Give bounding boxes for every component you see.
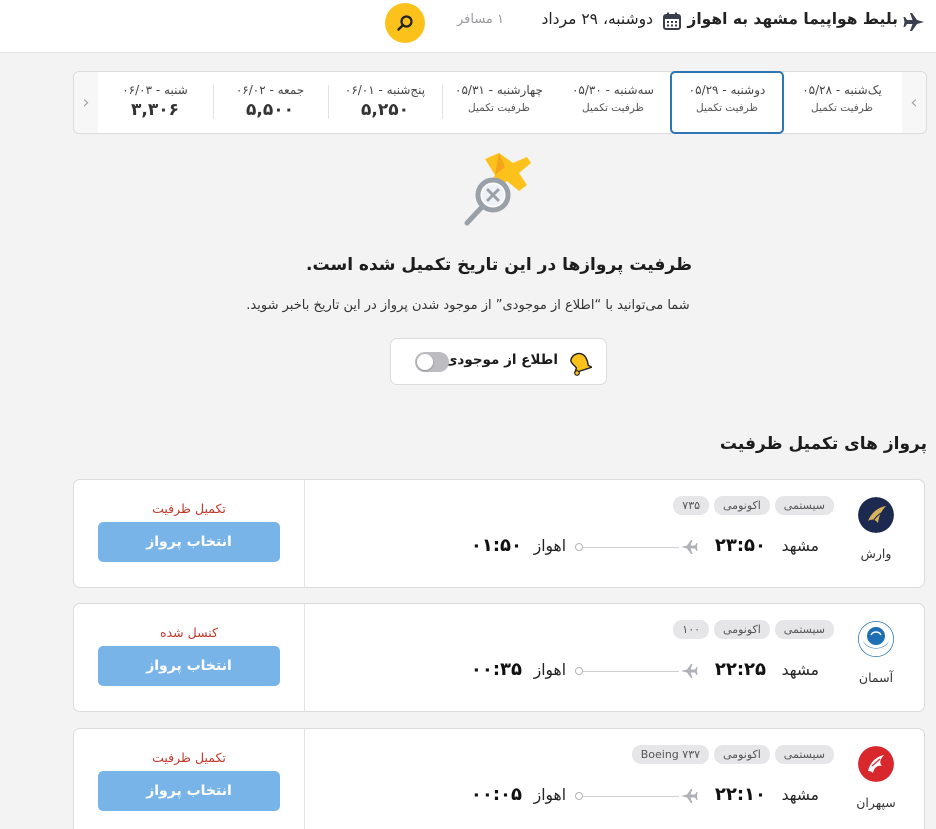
tag-aircraft: ۷۳۵ bbox=[673, 496, 710, 515]
date-tab-price: ۵,۲۵۰ bbox=[361, 100, 409, 120]
flight-status: کنسل شده bbox=[160, 625, 218, 640]
date-tab-label: سه‌شنبه - ۰۵/۳۰ bbox=[571, 83, 654, 97]
date-tab-label: پنج‌شنبه - ۰۶/۰۱ bbox=[344, 83, 426, 97]
search-icon bbox=[397, 15, 413, 31]
select-flight-button[interactable]: انتخاب پرواز bbox=[98, 771, 280, 811]
date-tab-label: جمعه - ۰۶/۰۲ bbox=[235, 83, 305, 97]
origin-city: مشهد bbox=[781, 661, 819, 679]
destination-city: اهواز bbox=[533, 537, 566, 555]
toggle-knob bbox=[417, 354, 433, 370]
route-end-dot bbox=[575, 667, 583, 675]
date-tab-label: شنبه - ۰۶/۰۳ bbox=[122, 83, 188, 97]
flight-tags: سیستمی اکونومی ۱۰۰ bbox=[673, 620, 834, 639]
next-dates-arrow[interactable]: ‹ bbox=[902, 72, 926, 133]
date-tab-label: دوشنبه - ۰۵/۲۹ bbox=[688, 83, 766, 97]
bell-icon bbox=[570, 352, 592, 376]
route-line bbox=[579, 796, 679, 797]
tag-ticket-type: سیستمی bbox=[774, 620, 834, 639]
tag-aircraft: ۱۰۰ bbox=[673, 620, 710, 639]
date-tab-3[interactable]: چهارشنبه - ۰۵/۳۱ ظرفیت تکمیل bbox=[442, 72, 556, 133]
tag-cabin-class: اکونومی bbox=[714, 745, 770, 764]
search-button[interactable] bbox=[385, 3, 425, 43]
calendar-icon bbox=[663, 12, 681, 30]
empty-state-description: شما می‌توانید با “اطلاع از موجودی” از مو… bbox=[246, 298, 690, 313]
destination-city: اهواز bbox=[533, 786, 566, 804]
top-bar: بلیط هواپیما مشهد به اهواز دوشنبه، ۲۹ مر… bbox=[0, 0, 936, 53]
notify-availability-box[interactable]: اطلاع از موجودی bbox=[390, 338, 607, 385]
section-title: پرواز های تکمیل ظرفیت bbox=[719, 434, 927, 454]
chevron-right-icon: › bbox=[82, 92, 90, 113]
airline-name: وارش bbox=[860, 546, 892, 561]
airline-name: آسمان bbox=[858, 670, 894, 685]
date-tab-0[interactable]: یک‌شنبه - ۰۵/۲۸ ظرفیت تکمیل bbox=[785, 72, 899, 133]
sepehran-logo-icon bbox=[858, 746, 894, 782]
notify-toggle[interactable] bbox=[415, 352, 449, 372]
date-tab-label: چهارشنبه - ۰۵/۳۱ bbox=[455, 83, 543, 97]
plane-icon bbox=[681, 664, 698, 678]
empty-state-title: ظرفیت پروازها در این تاریخ تکمیل شده است… bbox=[306, 255, 692, 275]
date-tab-status: ظرفیت تکمیل bbox=[811, 102, 873, 114]
no-flight-illustration bbox=[464, 153, 531, 226]
route-line bbox=[579, 671, 679, 672]
date-tab-2[interactable]: سه‌شنبه - ۰۵/۳۰ ظرفیت تکمیل bbox=[556, 72, 670, 133]
date-tab-status: ظرفیت تکمیل bbox=[696, 102, 758, 114]
flight-tags: سیستمی اکونومی ۷۳۵ bbox=[673, 496, 834, 515]
date-tab-5[interactable]: جمعه - ۰۶/۰۲ ۵,۵۰۰ bbox=[213, 72, 327, 133]
select-flight-button[interactable]: انتخاب پرواز bbox=[98, 522, 280, 562]
chevron-left-icon: ‹ bbox=[910, 92, 918, 113]
card-divider bbox=[304, 480, 305, 587]
date-tab-status: ظرفیت تکمیل bbox=[468, 102, 530, 114]
prev-dates-arrow[interactable]: › bbox=[74, 72, 98, 133]
arrival-time: ۰۰:۰۵ bbox=[470, 784, 522, 805]
date-tab-4[interactable]: پنج‌شنبه - ۰۶/۰۱ ۵,۲۵۰ bbox=[328, 72, 442, 133]
tag-cabin-class: اکونومی bbox=[714, 620, 770, 639]
origin-city: مشهد bbox=[781, 537, 819, 555]
arrival-time: ۰۰:۳۵ bbox=[470, 659, 522, 680]
plane-icon bbox=[681, 540, 698, 554]
flight-tags: سیستمی اکونومی Boeing ۷۳۷ bbox=[631, 745, 834, 764]
tag-ticket-type: سیستمی bbox=[774, 745, 834, 764]
departure-time: ۲۲:۲۵ bbox=[714, 659, 766, 680]
date-strip: ‹ › یک‌شنبه - ۰۵/۲۸ ظرفیت تکمیل دوشنبه -… bbox=[73, 71, 927, 134]
tag-aircraft: Boeing ۷۳۷ bbox=[631, 745, 710, 764]
flight-status: تکمیل ظرفیت bbox=[152, 501, 226, 516]
date-tab-label: یک‌شنبه - ۰۵/۲۸ bbox=[802, 83, 882, 97]
notify-availability-label: اطلاع از موجودی bbox=[445, 352, 558, 368]
arrival-time: ۰۱:۵۰ bbox=[470, 535, 522, 556]
origin-city: مشهد bbox=[781, 786, 819, 804]
airline-name: سپهران bbox=[856, 795, 896, 810]
date-tab-status: ظرفیت تکمیل bbox=[582, 102, 644, 114]
date-tab-1[interactable]: دوشنبه - ۰۵/۲۹ ظرفیت تکمیل bbox=[670, 71, 784, 134]
plane-icon bbox=[903, 13, 924, 31]
date-tab-price: ۳,۳۰۶ bbox=[131, 100, 179, 120]
route-title[interactable]: بلیط هواپیما مشهد به اهواز bbox=[687, 10, 898, 28]
destination-city: اهواز bbox=[533, 661, 566, 679]
route-end-dot bbox=[575, 792, 583, 800]
aseman-logo-icon bbox=[858, 621, 894, 657]
departure-time: ۲۳:۵۰ bbox=[714, 535, 766, 556]
card-divider bbox=[304, 604, 305, 711]
tag-ticket-type: سیستمی bbox=[774, 496, 834, 515]
flight-card: آسمان سیستمی اکونومی ۱۰۰ مشهد ۲۲:۲۵ اهوا… bbox=[73, 603, 925, 712]
date-tab-price: ۵,۵۰۰ bbox=[246, 100, 294, 120]
date-selector[interactable]: دوشنبه، ۲۹ مرداد bbox=[541, 10, 653, 28]
passenger-count[interactable]: ۱ مسافر bbox=[457, 12, 504, 27]
route-line bbox=[579, 547, 679, 548]
plane-icon bbox=[681, 789, 698, 803]
varesh-logo-icon bbox=[858, 497, 894, 533]
flight-status: تکمیل ظرفیت bbox=[152, 750, 226, 765]
select-flight-button[interactable]: انتخاب پرواز bbox=[98, 646, 280, 686]
route-end-dot bbox=[575, 543, 583, 551]
departure-time: ۲۲:۱۰ bbox=[714, 784, 766, 805]
card-divider bbox=[304, 729, 305, 829]
flight-card: وارش سیستمی اکونومی ۷۳۵ مشهد ۲۳:۵۰ اهواز… bbox=[73, 479, 925, 588]
date-tab-6[interactable]: شنبه - ۰۶/۰۳ ۳,۳۰۶ bbox=[98, 72, 212, 133]
flight-card: سپهران سیستمی اکونومی Boeing ۷۳۷ مشهد ۲۲… bbox=[73, 728, 925, 829]
tag-cabin-class: اکونومی bbox=[714, 496, 770, 515]
